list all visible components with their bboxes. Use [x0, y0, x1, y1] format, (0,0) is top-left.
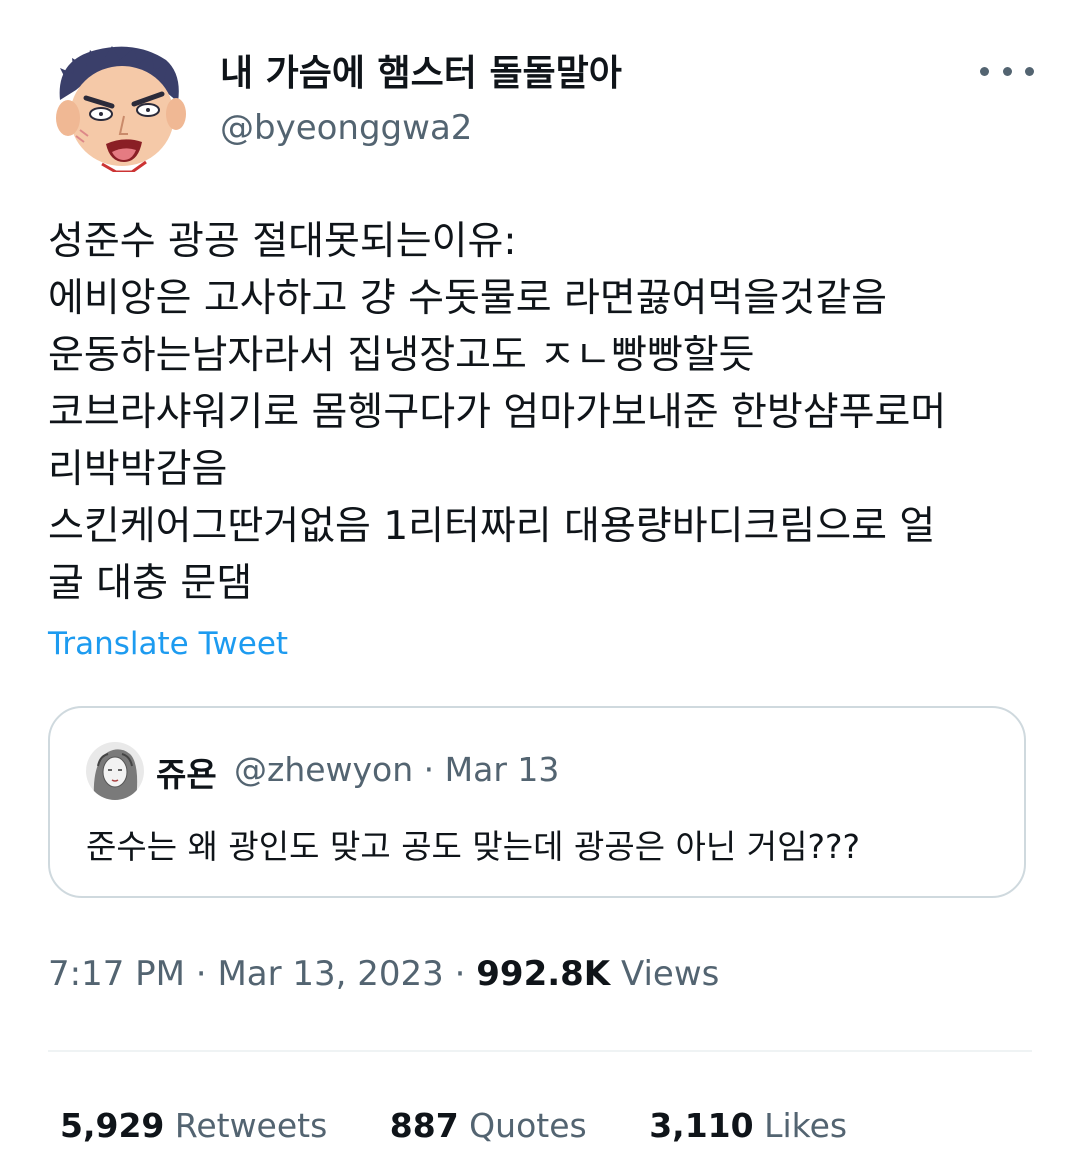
- more-dot: [980, 66, 989, 76]
- tweet-timestamp-row: 7:17 PM · Mar 13, 2023 · 992.8K Views: [48, 954, 719, 994]
- more-dot: [1002, 66, 1012, 76]
- tweet-text-line: 스킨케어그딴거없음 1리터짜리 대용량바디크림으로 얼: [48, 504, 936, 549]
- quoted-author-name: 쥬욘: [156, 755, 217, 794]
- views-count[interactable]: 992.8K: [476, 954, 610, 994]
- quoted-tweet-card[interactable]: 쥬욘 @zhewyon · Mar 13 준수는 왜 광인도 맞고 공도 맞는데…: [48, 706, 1026, 898]
- tweet-text-line: 굴 대충 문댐: [48, 561, 253, 606]
- tweet-time[interactable]: 7:17 PM: [48, 954, 185, 994]
- more-horizontal-icon[interactable]: [980, 54, 1034, 88]
- separator-dot: ·: [443, 954, 477, 994]
- more-dot: [1025, 66, 1034, 76]
- quotes-count: 887: [389, 1106, 459, 1145]
- retweets-count: 5,929: [60, 1106, 165, 1145]
- tweet-text-line: 성준수 광공 절대못되는이유:: [48, 219, 517, 264]
- quoted-author-meta: @zhewyon · Mar 13: [234, 750, 560, 789]
- views-label: Views: [610, 954, 720, 994]
- likes-stat[interactable]: 3,110 Likes: [649, 1106, 847, 1145]
- tweet-date[interactable]: Mar 13, 2023: [217, 954, 443, 994]
- retweets-stat[interactable]: 5,929 Retweets: [60, 1106, 327, 1145]
- tweet-text-line: 코브라샤워기로 몸헹구다가 엄마가보내준 한방샴푸로머: [48, 390, 947, 435]
- author-avatar[interactable]: [46, 40, 188, 174]
- engagement-stats: 5,929 Retweets 887 Quotes 3,110 Likes: [60, 1106, 899, 1145]
- tweet-text-line: 운동하는남자라서 집냉장고도 ㅈㄴ빵빵할듯: [48, 333, 755, 378]
- tweet-detail: 내 가슴에 햄스터 돌돌말아 @byeonggwa2 성준수 광공 절대못되는이…: [0, 0, 1080, 1176]
- likes-count: 3,110: [649, 1106, 754, 1145]
- translate-tweet-link[interactable]: Translate Tweet: [48, 626, 288, 662]
- author-display-name[interactable]: 내 가슴에 햄스터 돌돌말아: [220, 44, 622, 96]
- tweet-text: 성준수 광공 절대못되는이유: 에비앙은 고사하고 걍 수돗물로 라면끓여먹을것…: [48, 213, 1038, 612]
- likes-label: Likes: [753, 1106, 848, 1145]
- tweet-text-line: 리박박감음: [48, 447, 228, 492]
- divider: [48, 1050, 1032, 1052]
- tweet-text-line: 에비앙은 고사하고 걍 수돗물로 라면끓여먹을것같음: [48, 276, 887, 321]
- quoted-author-avatar[interactable]: [86, 742, 144, 800]
- author-handle[interactable]: @byeonggwa2: [220, 108, 472, 148]
- quotes-label: Quotes: [458, 1106, 587, 1145]
- separator-dot: ·: [185, 954, 218, 994]
- retweets-label: Retweets: [164, 1106, 328, 1145]
- quotes-stat[interactable]: 887 Quotes: [390, 1106, 587, 1145]
- quoted-tweet-text: 준수는 왜 광인도 맞고 공도 맞는데 광공은 아닌 거임???: [86, 827, 861, 866]
